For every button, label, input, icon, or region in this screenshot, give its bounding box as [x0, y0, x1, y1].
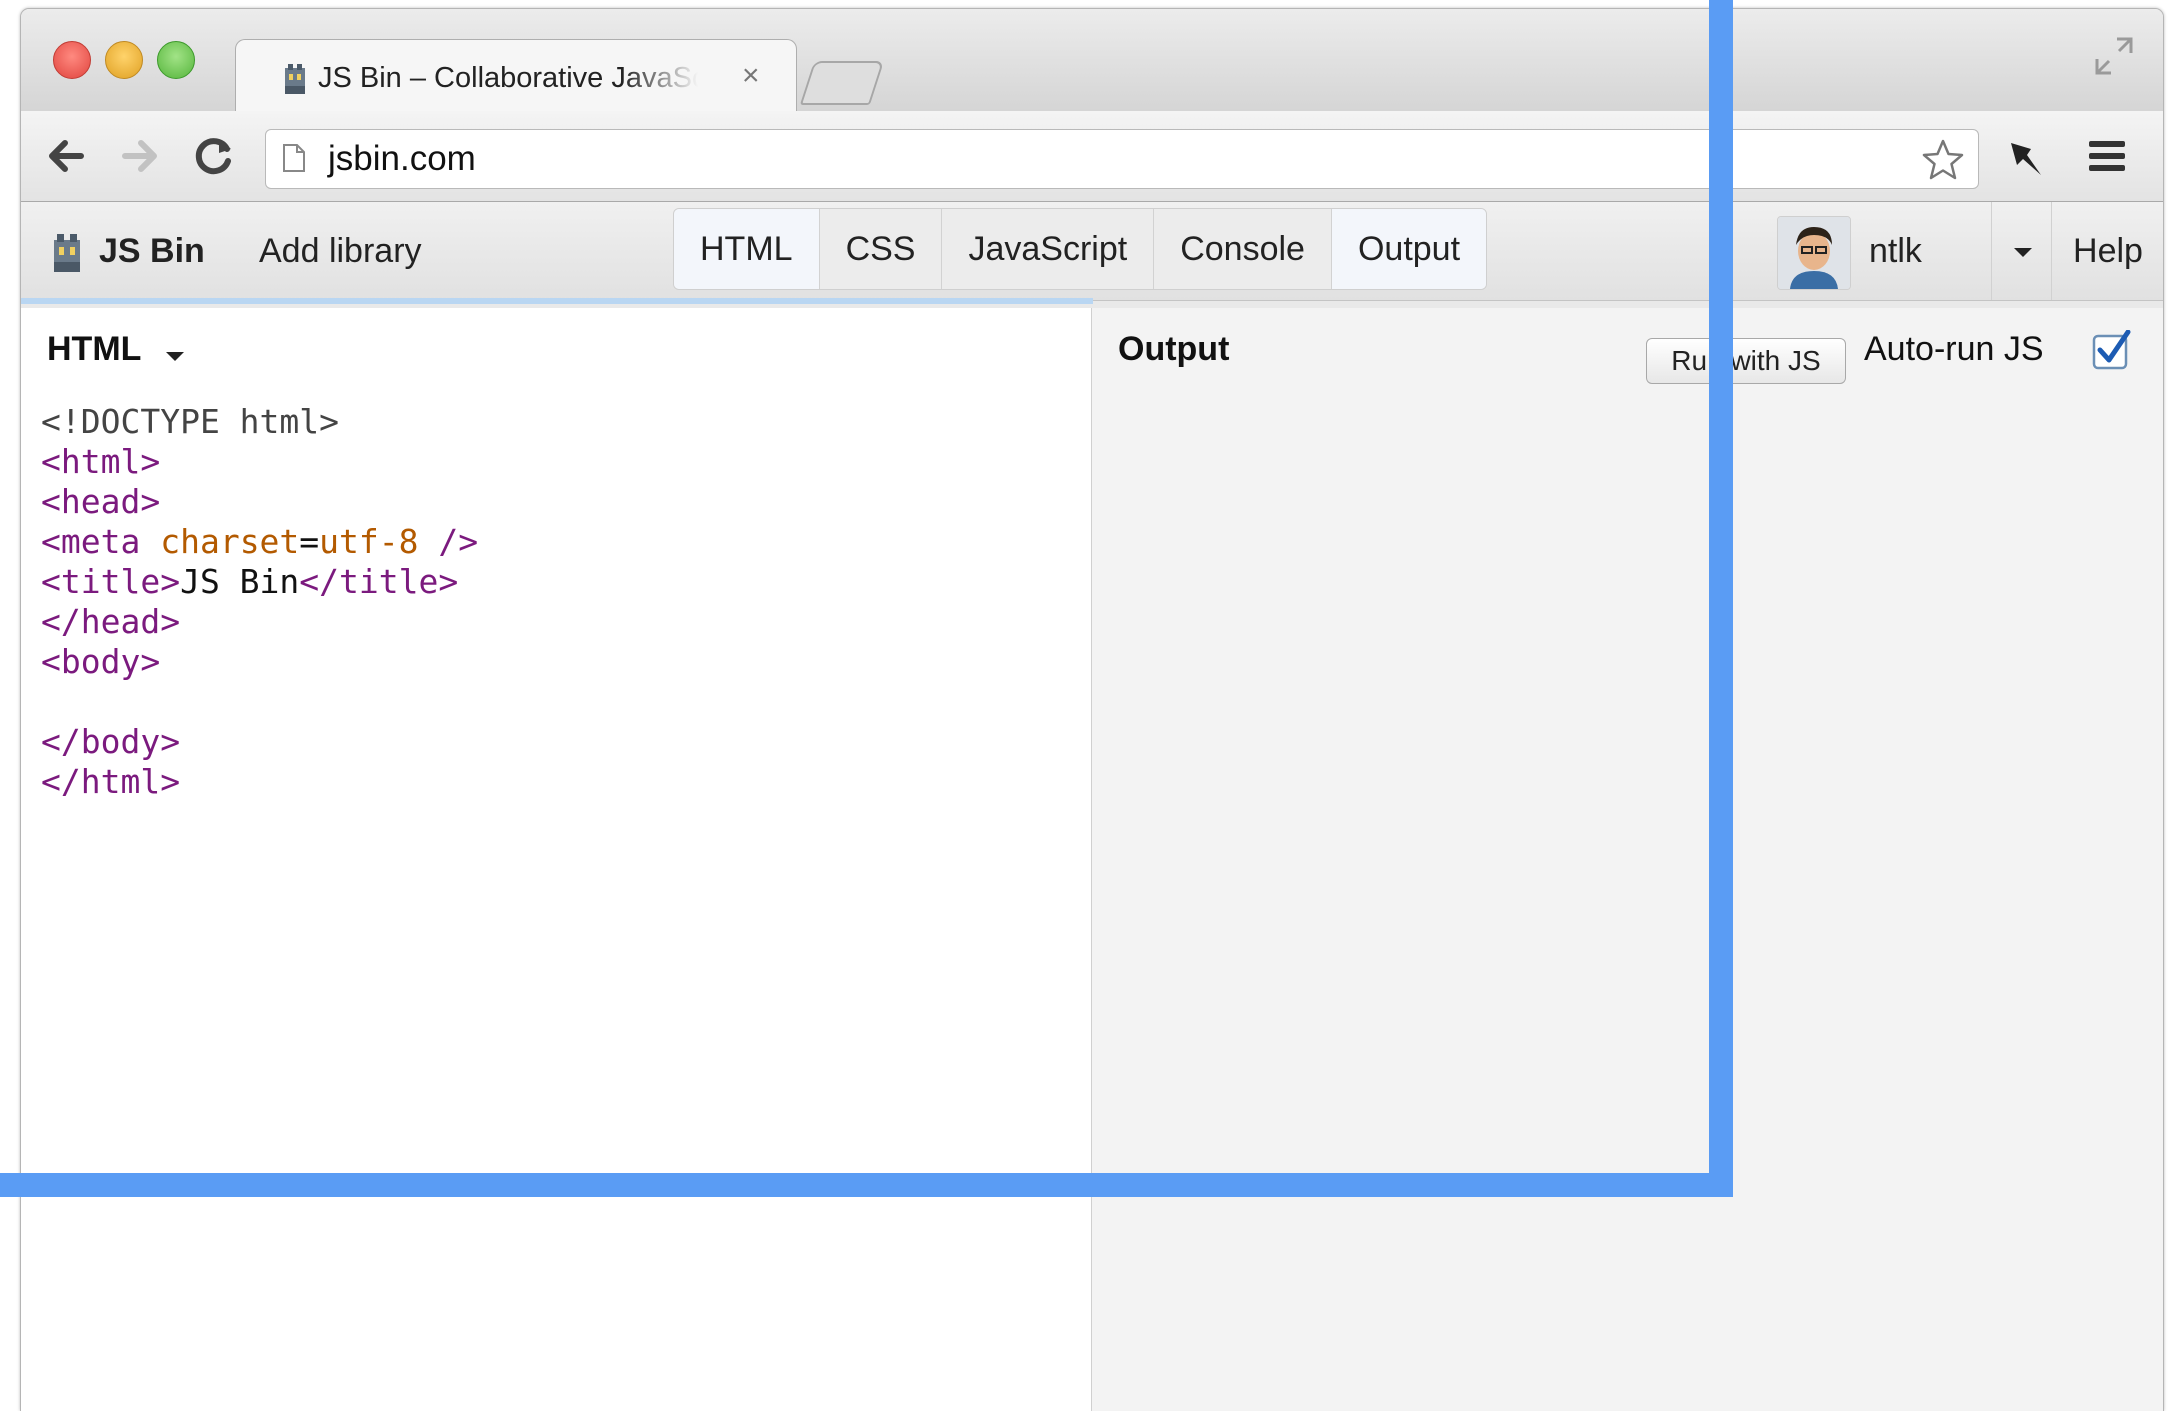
add-library-button[interactable]: Add library: [259, 202, 422, 300]
tab-title: JS Bin – Collaborative JavaScr: [318, 62, 698, 94]
browser-window: JS Bin – Collaborative JavaScr × jsbin.c…: [20, 8, 2164, 1411]
username[interactable]: ntlk: [1869, 202, 1922, 300]
editor-label[interactable]: HTML: [47, 330, 141, 369]
panel-toggle-group: HTML CSS JavaScript Console Output: [673, 208, 1488, 290]
new-tab-button[interactable]: [799, 61, 885, 105]
page-icon: [283, 144, 305, 172]
avatar[interactable]: [1777, 216, 1851, 290]
run-with-js-button[interactable]: Run with JS: [1646, 338, 1846, 384]
checkbox-checked-icon[interactable]: [2092, 330, 2132, 370]
code-line: <html>: [41, 442, 161, 481]
overlay-frame-vertical: [1709, 0, 1733, 1197]
close-icon[interactable]: ×: [742, 56, 760, 96]
user-menu-button[interactable]: [1991, 202, 2052, 300]
code-line: <meta charset=utf-8 />: [41, 522, 479, 561]
browser-toolbar: jsbin.com: [21, 111, 2163, 202]
autorun-label: Auto-run JS: [1864, 330, 2044, 368]
back-icon[interactable]: [43, 133, 89, 179]
panel-javascript-button[interactable]: JavaScript: [942, 209, 1155, 289]
output-panel[interactable]: Output Run with JS Auto-run JS: [1092, 308, 2163, 1411]
code-line: <!DOCTYPE html>: [41, 402, 340, 441]
code-line: <head>: [41, 482, 161, 521]
star-icon[interactable]: [1920, 137, 1966, 183]
overlay-frame-horizontal: [0, 1173, 1733, 1197]
pin-icon[interactable]: [2001, 135, 2047, 181]
chevron-down-icon[interactable]: [166, 352, 184, 361]
jsbin-header: JS Bin Add library HTML CSS JavaScript C…: [21, 202, 2163, 304]
zoom-window-button[interactable]: [157, 41, 195, 79]
jsbin-logo-icon[interactable]: [51, 232, 83, 274]
code-line: <title>JS Bin</title>: [41, 562, 459, 601]
tab-strip: JS Bin – Collaborative JavaScr ×: [21, 9, 2163, 112]
fullscreen-icon[interactable]: [2093, 35, 2135, 77]
minimize-window-button[interactable]: [105, 41, 143, 79]
panel-css-button[interactable]: CSS: [820, 209, 943, 289]
close-window-button[interactable]: [53, 41, 91, 79]
jsbin-brand[interactable]: JS Bin: [99, 202, 205, 300]
panel-console-button[interactable]: Console: [1154, 209, 1332, 289]
jsbin-favicon-icon: [285, 64, 305, 94]
chevron-down-icon: [2014, 248, 2032, 257]
menu-icon[interactable]: [2089, 141, 2125, 175]
code-line: </head>: [41, 602, 181, 641]
output-label: Output: [1118, 330, 1230, 368]
html-editor-panel[interactable]: HTML <!DOCTYPE html> <html> <head> <meta…: [21, 308, 1092, 1411]
code-line: </body>: [41, 722, 181, 761]
panel-html-button[interactable]: HTML: [674, 209, 820, 289]
panel-divider-highlight: [21, 298, 1093, 304]
url-text: jsbin.com: [328, 139, 476, 178]
forward-icon[interactable]: [117, 133, 163, 179]
code-line: <body>: [41, 642, 161, 681]
code-editor[interactable]: <!DOCTYPE html> <html> <head> <meta char…: [41, 402, 478, 802]
help-button[interactable]: Help: [2051, 202, 2163, 300]
browser-tab[interactable]: JS Bin – Collaborative JavaScr ×: [235, 39, 797, 112]
code-line: </html>: [41, 762, 181, 801]
panel-output-button[interactable]: Output: [1331, 209, 1487, 289]
reload-icon[interactable]: [191, 133, 237, 179]
